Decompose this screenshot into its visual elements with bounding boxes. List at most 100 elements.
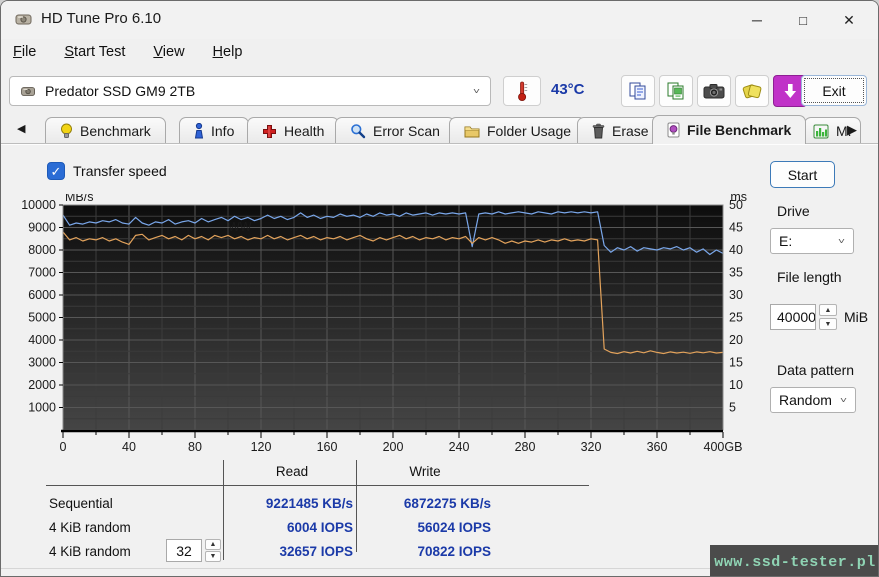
svg-text:35: 35 <box>729 266 743 280</box>
transfer-speed-label: Transfer speed <box>73 163 167 179</box>
svg-text:200: 200 <box>383 440 404 454</box>
svg-text:360: 360 <box>647 440 668 454</box>
page-bulb-icon <box>667 122 680 138</box>
download-arrow-icon <box>780 81 800 101</box>
svg-text:240: 240 <box>449 440 470 454</box>
tab-health[interactable]: Health <box>247 117 339 144</box>
sequential-read-value: 9221485 KB/s <box>231 496 353 511</box>
window-title: HD Tune Pro 6.10 <box>41 10 161 27</box>
row-label-4kib-random-qd: 4 KiB random <box>49 544 131 559</box>
menu-help[interactable]: Help <box>213 42 253 62</box>
svg-text:1000: 1000 <box>28 401 56 415</box>
stepper-up-icon[interactable]: ▲ <box>205 539 221 550</box>
red-cross-icon <box>262 124 277 139</box>
tab-scroll-left-icon[interactable]: ◀ <box>17 122 25 135</box>
svg-text:80: 80 <box>188 440 202 454</box>
watermark-text: www.ssd-tester.pl <box>714 554 876 571</box>
copy-image-button[interactable] <box>659 75 693 107</box>
svg-text:6000: 6000 <box>28 288 56 302</box>
file-benchmark-panel: ✓ Transfer speed WW040801201602002402803… <box>1 144 878 577</box>
menu-start-test[interactable]: Start Test <box>64 42 135 62</box>
app-window: HD Tune Pro 6.10 ─ □ ✕ File Start Test V… <box>0 0 879 577</box>
random-read-value: 6004 IOPS <box>231 520 353 535</box>
title-bar: HD Tune Pro 6.10 ─ □ ✕ <box>1 1 878 39</box>
menu-view[interactable]: View <box>153 42 194 62</box>
stepper-up-icon[interactable]: ▲ <box>819 304 837 316</box>
svg-text:MB/s: MB/s <box>65 194 93 204</box>
svg-text:9000: 9000 <box>28 221 56 235</box>
close-button[interactable]: ✕ <box>826 1 872 39</box>
temperature-button[interactable] <box>503 76 541 106</box>
file-length-label: File length <box>777 269 842 285</box>
drive-letter-select[interactable]: E: ˅ <box>770 228 854 254</box>
random-write-value: 56024 IOPS <box>363 520 491 535</box>
data-pattern-value: Random <box>779 392 840 408</box>
start-button[interactable]: Start <box>770 161 835 188</box>
minimize-button[interactable]: ─ <box>734 1 780 39</box>
transfer-speed-checkbox[interactable]: ✓ <box>47 162 65 180</box>
tab-label: Folder Usage <box>487 123 571 139</box>
drive-select-value: Predator SSD GM9 2TB <box>45 83 465 99</box>
svg-text:5000: 5000 <box>28 311 56 325</box>
queue-depth-input[interactable] <box>166 539 202 562</box>
tab-error-scan[interactable]: Error Scan <box>335 117 455 144</box>
tab-label: Info <box>211 123 234 139</box>
svg-text:120: 120 <box>251 440 272 454</box>
stepper-down-icon[interactable]: ▼ <box>205 551 221 562</box>
svg-text:400GB: 400GB <box>704 440 743 454</box>
svg-text:2000: 2000 <box>28 378 56 392</box>
file-length-unit: MiB <box>844 309 868 325</box>
magnifier-icon <box>350 123 366 139</box>
svg-text:4000: 4000 <box>28 333 56 347</box>
svg-text:10: 10 <box>729 378 743 392</box>
benchmark-chart: WW04080120160200240280320360400GB1000200… <box>21 194 771 456</box>
tab-scroll-right-icon[interactable]: ▶ <box>847 122 857 138</box>
drive-select[interactable]: Predator SSD GM9 2TB ˅ <box>9 76 491 106</box>
tab-label: Error Scan <box>373 123 440 139</box>
tab-label: Benchmark <box>80 123 151 139</box>
bulb-icon <box>60 123 73 139</box>
copy-text-button[interactable] <box>621 75 655 107</box>
menu-file[interactable]: File <box>13 42 46 62</box>
svg-text:20: 20 <box>729 333 743 347</box>
svg-text:8000: 8000 <box>28 243 56 257</box>
stepper-down-icon[interactable]: ▼ <box>819 318 837 330</box>
trash-icon <box>592 123 605 139</box>
tab-file-benchmark[interactable]: File Benchmark <box>652 115 806 144</box>
save-button[interactable] <box>735 75 769 107</box>
drive-letter-value: E: <box>779 233 838 249</box>
random-qd-write-value: 70822 IOPS <box>363 544 491 559</box>
svg-text:3000: 3000 <box>28 356 56 370</box>
svg-text:15: 15 <box>729 356 743 370</box>
chevron-down-icon: ˅ <box>838 236 845 246</box>
svg-text:10000: 10000 <box>21 198 56 212</box>
tab-benchmark[interactable]: Benchmark <box>45 117 166 144</box>
tab-label: File Benchmark <box>687 122 791 138</box>
svg-text:45: 45 <box>729 221 743 235</box>
thermometer-icon <box>516 80 528 102</box>
watermark-badge: www.ssd-tester.pl <box>710 545 879 577</box>
screenshot-button[interactable] <box>697 75 731 107</box>
svg-text:320: 320 <box>581 440 602 454</box>
chevron-down-icon: ˅ <box>840 395 847 405</box>
tab-info[interactable]: Info <box>179 117 249 144</box>
file-length-stepper: ▲ ▼ <box>819 304 837 330</box>
file-length-input[interactable] <box>770 304 816 330</box>
folder-icon <box>464 124 480 138</box>
maximize-button[interactable]: □ <box>780 1 826 39</box>
svg-text:280: 280 <box>515 440 536 454</box>
data-pattern-select[interactable]: Random ˅ <box>770 387 856 413</box>
copy-pages-icon <box>627 80 649 102</box>
chevron-down-icon: ˅ <box>473 86 480 96</box>
svg-text:40: 40 <box>729 243 743 257</box>
table-divider-vertical-1 <box>223 460 224 560</box>
svg-text:160: 160 <box>317 440 338 454</box>
exit-button[interactable]: Exit <box>801 75 867 106</box>
hdd-icon <box>15 12 33 27</box>
tab-erase[interactable]: Erase <box>577 117 664 144</box>
svg-text:25: 25 <box>729 311 743 325</box>
random-qd-read-value: 32657 IOPS <box>231 544 353 559</box>
tab-folder-usage[interactable]: Folder Usage <box>449 117 586 144</box>
row-label-sequential: Sequential <box>49 496 113 511</box>
svg-text:0: 0 <box>60 440 67 454</box>
